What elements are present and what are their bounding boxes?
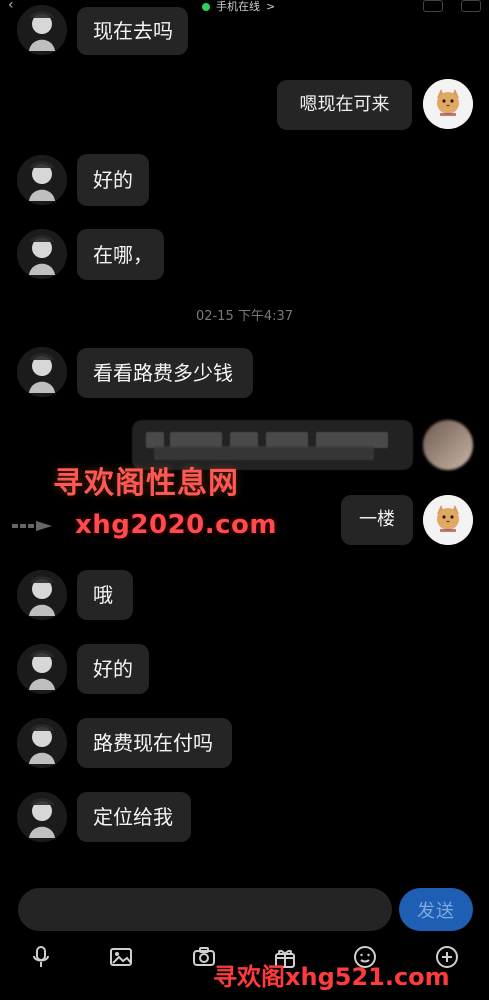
- my-avatar[interactable]: [423, 79, 473, 129]
- chat-bubble-left[interactable]: 定位给我: [77, 792, 191, 842]
- cat-avatar-image: [423, 79, 473, 129]
- contact-avatar-image: [17, 644, 67, 694]
- chat-bubble-left[interactable]: 哦: [77, 570, 133, 620]
- watermark-arrow-icon: [12, 521, 52, 531]
- chat-bubble-left[interactable]: 在哪，: [77, 229, 164, 280]
- contact-avatar[interactable]: [17, 347, 67, 397]
- contact-avatar[interactable]: [17, 5, 67, 55]
- contact-avatar[interactable]: [17, 644, 67, 694]
- chat-bubble-left[interactable]: 好的: [77, 644, 149, 694]
- contact-avatar[interactable]: [17, 570, 67, 620]
- chat-bubble-right[interactable]: 一楼: [341, 495, 413, 545]
- watermark-bottom: 寻欢阁xhg521.com: [213, 963, 450, 991]
- online-dot-icon: [202, 3, 210, 11]
- chat-message-text: 路费现在付吗: [93, 731, 213, 755]
- contact-avatar-image: [17, 718, 67, 768]
- contact-avatar-image: [17, 792, 67, 842]
- chat-bubble-left[interactable]: 看看路费多少钱: [77, 348, 253, 398]
- message-input[interactable]: [18, 888, 392, 931]
- send-button[interactable]: 发送: [399, 888, 473, 931]
- mic-icon[interactable]: [24, 940, 58, 974]
- top-status-bar: ‹ 手机在线 >: [0, 0, 489, 16]
- watermark-url: xhg2020.com: [75, 510, 277, 540]
- chat-bubble-right[interactable]: 嗯现在可来: [277, 80, 412, 130]
- chat-message-text: 定位给我: [93, 805, 173, 829]
- cat-avatar-image: [423, 495, 473, 545]
- chat-message-text: 好的: [93, 657, 133, 681]
- contact-avatar-image: [17, 5, 67, 55]
- contact-avatar-image: [17, 570, 67, 620]
- chat-message-text: 好的: [93, 168, 133, 192]
- image-icon[interactable]: [104, 940, 138, 974]
- chat-message-text: 现在去吗: [93, 19, 173, 43]
- chat-bubble-left[interactable]: 好的: [77, 154, 149, 206]
- chevron-right-icon: >: [266, 0, 276, 13]
- contact-avatar[interactable]: [17, 792, 67, 842]
- chat-screen: ‹ 手机在线 > 现在去吗 嗯现在可来 好的 在哪， 02-15 下午4:37 …: [0, 0, 489, 1000]
- chat-message-text: 一楼: [359, 509, 395, 530]
- online-status[interactable]: 手机在线 >: [202, 0, 275, 14]
- chat-message-text: 嗯现在可来: [299, 94, 390, 115]
- image-icon-svg: [110, 948, 132, 966]
- chat-message-text: 看看路费多少钱: [93, 361, 233, 385]
- chat-message-text: 在哪，: [93, 242, 153, 267]
- contact-avatar-image: [17, 347, 67, 397]
- contact-avatar-image: [17, 229, 67, 279]
- watermark-title: 寻欢阁性息网: [53, 466, 239, 501]
- online-status-text: 手机在线: [216, 0, 260, 13]
- chat-bubble-left[interactable]: 路费现在付吗: [77, 718, 232, 768]
- send-button-label: 发送: [417, 900, 455, 922]
- chat-bubble-left[interactable]: 现在去吗: [77, 7, 188, 55]
- menu-icon[interactable]: [461, 0, 481, 12]
- contact-avatar-image: [17, 155, 67, 205]
- top-right-actions: [423, 0, 481, 12]
- mic-icon-svg: [33, 946, 49, 967]
- chat-timestamp: 02-15 下午4:37: [0, 305, 489, 324]
- contact-avatar[interactable]: [17, 229, 67, 279]
- contact-avatar[interactable]: [17, 718, 67, 768]
- back-arrow-icon[interactable]: ‹: [8, 0, 24, 14]
- blurred-avatar[interactable]: [423, 420, 473, 470]
- contact-avatar[interactable]: [17, 155, 67, 205]
- timestamp-text: 02-15 下午4:37: [195, 309, 294, 324]
- my-avatar[interactable]: [423, 495, 473, 545]
- chat-message-text: 哦: [93, 583, 113, 607]
- call-icon[interactable]: [423, 0, 443, 12]
